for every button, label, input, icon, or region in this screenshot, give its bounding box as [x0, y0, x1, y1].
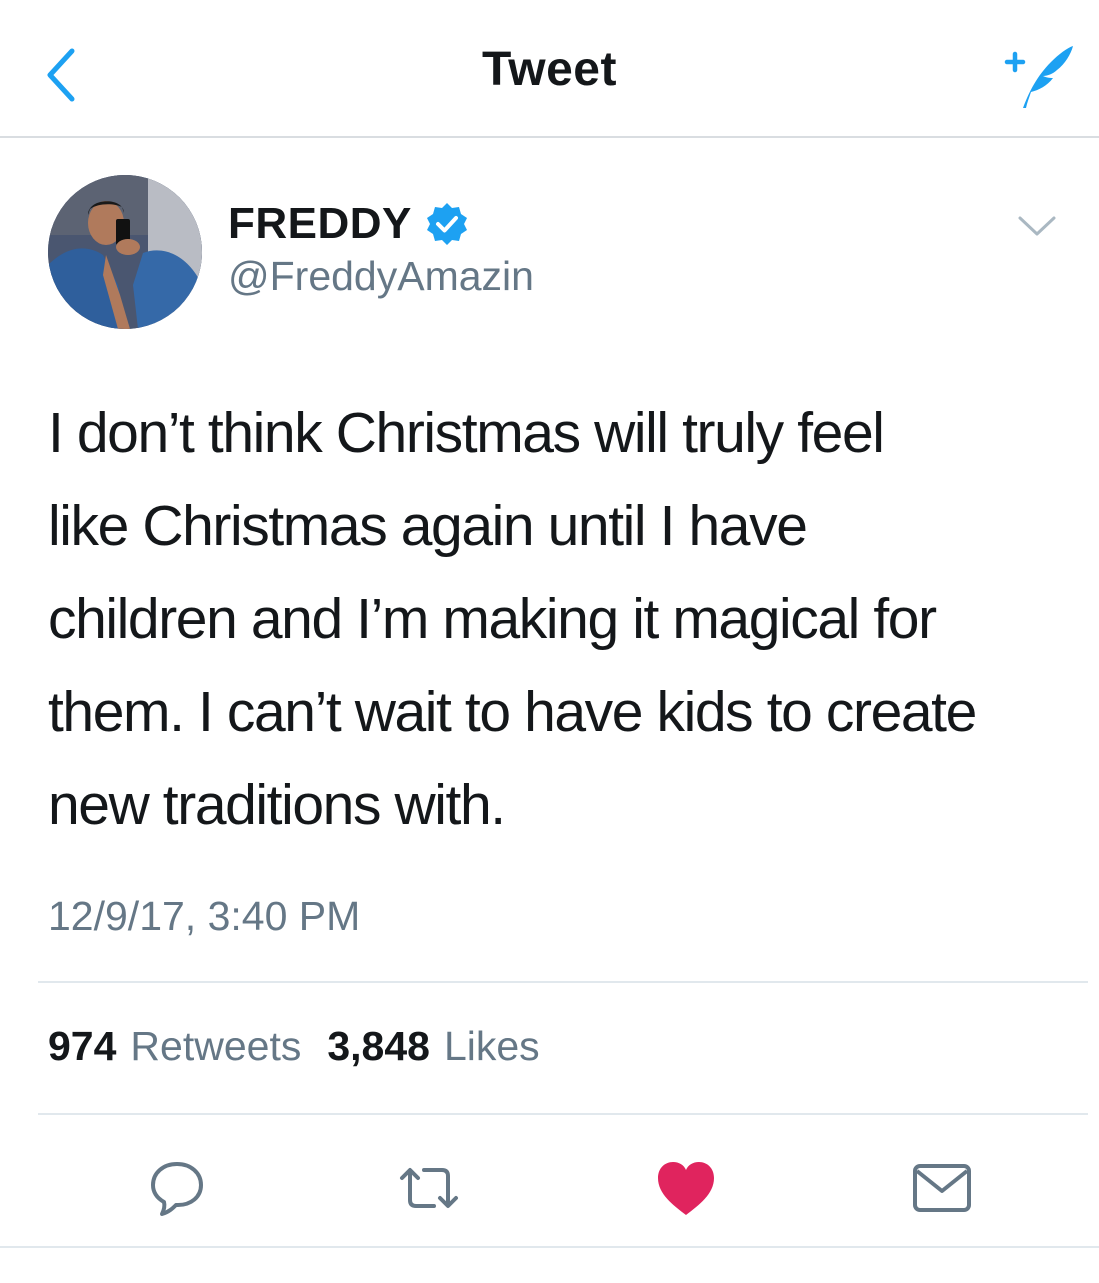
retweet-icon: [400, 1168, 458, 1208]
action-bar: [0, 1140, 1099, 1230]
tweet-timestamp: 12/9/17, 3:40 PM: [48, 893, 361, 939]
tweet-text-line: children and I’m making it magical for: [48, 587, 937, 651]
retweets-count[interactable]: 974: [48, 1023, 116, 1070]
retweets-label[interactable]: Retweets: [130, 1023, 301, 1070]
author-name-row[interactable]: FREDDY: [228, 196, 470, 252]
divider: [38, 1113, 1088, 1115]
compose-tweet-icon: [1004, 46, 1073, 108]
avatar[interactable]: [48, 175, 202, 329]
reply-button[interactable]: [137, 1148, 217, 1228]
likes-label[interactable]: Likes: [444, 1023, 540, 1070]
reply-icon: [151, 1162, 203, 1216]
divider: [38, 981, 1088, 983]
envelope-icon: [913, 1164, 971, 1212]
tweet-text-line: new traditions with.: [48, 773, 506, 837]
like-button[interactable]: [646, 1148, 726, 1228]
nav-bar: Tweet: [0, 0, 1099, 138]
tweet-text: I don’t think Christmas will truly feel …: [48, 387, 1083, 852]
tweet-text-line: like Christmas again until I have: [48, 494, 808, 558]
tweet-text-line: them. I can’t wait to have kids to creat…: [48, 680, 977, 744]
chevron-down-icon: [1018, 216, 1056, 236]
compose-button[interactable]: [999, 36, 1079, 116]
tweet-detail-screen: Tweet FREDDY @FreddyAmazin I don’t think…: [0, 0, 1099, 1283]
heart-icon: [658, 1162, 714, 1215]
verified-badge-icon: [426, 203, 467, 245]
tweet-text-line: I don’t think Christmas will truly feel: [48, 401, 885, 465]
divider: [0, 1246, 1099, 1248]
tweet-stats: 974 Retweets 3,848 Likes: [48, 1023, 540, 1070]
likes-count[interactable]: 3,848: [327, 1023, 430, 1070]
author-name[interactable]: FREDDY: [228, 199, 412, 249]
retweet-button[interactable]: [389, 1148, 469, 1228]
share-via-dm-button[interactable]: [902, 1148, 982, 1228]
page-title: Tweet: [482, 43, 617, 96]
author-handle[interactable]: @FreddyAmazin: [228, 253, 534, 300]
avatar-photo: [48, 175, 202, 329]
tweet-options-button[interactable]: [1015, 204, 1059, 248]
